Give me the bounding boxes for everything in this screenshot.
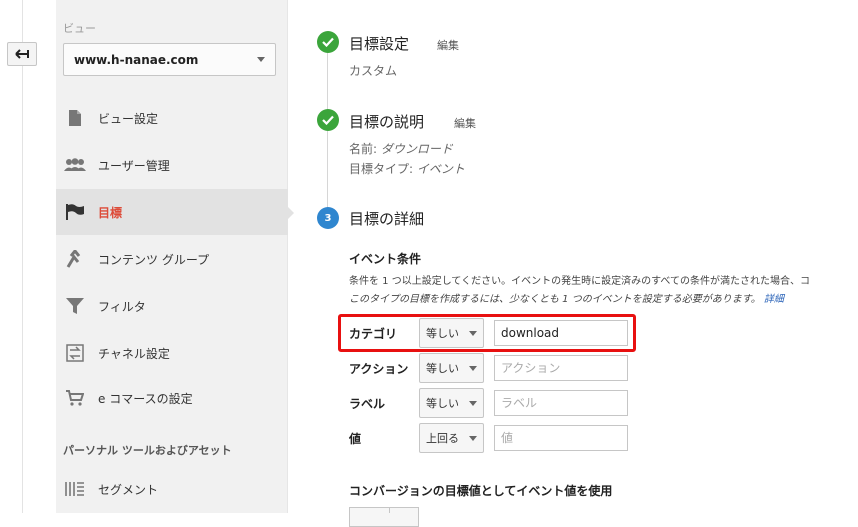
- operator-value: 等しい: [426, 362, 459, 375]
- category-label: カテゴリ: [349, 327, 398, 341]
- filter-icon: [64, 298, 86, 314]
- step-complete-checkmark-icon: [317, 31, 339, 53]
- label-operator-select[interactable]: 等しい: [419, 388, 484, 418]
- view-selector[interactable]: www.h-nanae.com: [63, 43, 276, 76]
- goal-type-line: 目標タイプ: イベント: [349, 160, 465, 177]
- users-icon: [64, 158, 86, 172]
- goal-type-value: イベント: [416, 162, 465, 176]
- sidebar-item-label: ビュー設定: [98, 111, 159, 126]
- rail-divider: [22, 0, 23, 513]
- view-label: ビュー: [63, 22, 96, 35]
- sidebar-item-ecommerce-settings[interactable]: e コマースの設定: [56, 375, 288, 421]
- learn-more-link[interactable]: 詳細: [764, 294, 784, 305]
- chevron-down-icon: [257, 57, 265, 62]
- edit-goal-description-link[interactable]: 編集: [454, 115, 476, 131]
- goal-name-line: 名前: ダウンロード: [349, 140, 453, 157]
- label-value-input[interactable]: [494, 390, 628, 416]
- flag-icon: [64, 203, 86, 221]
- event-conditions-description: 条件を 1 つ以上設定してください。イベントの発生時に設定済みのすべての条件が満…: [349, 276, 811, 287]
- action-value-input[interactable]: [494, 355, 628, 381]
- event-conditions-heading: イベント条件: [349, 252, 422, 266]
- sidebar-item-label: コンテンツ グループ: [98, 252, 210, 267]
- chevron-down-icon: [469, 435, 477, 441]
- cart-icon: [64, 390, 86, 406]
- step-goal-description-title: 目標の説明: [349, 113, 425, 131]
- sidebar-item-view-settings[interactable]: ビュー設定: [56, 95, 288, 141]
- sidebar-item-goals[interactable]: 目標: [56, 189, 288, 235]
- operator-value: 等しい: [426, 327, 459, 340]
- content-group-icon: [64, 250, 86, 268]
- action-label: アクション: [349, 362, 409, 376]
- edit-goal-setup-link[interactable]: 編集: [437, 37, 459, 53]
- view-selector-value: www.h-nanae.com: [74, 52, 199, 67]
- sidebar-item-content-grouping[interactable]: コンテンツ グループ: [56, 236, 288, 282]
- sidebar-item-label: 目標: [98, 205, 123, 220]
- step-goal-details-title: 目標の詳細: [349, 210, 425, 228]
- toggle-divider: [389, 507, 390, 513]
- step-goal-setup-title: 目標設定: [349, 35, 410, 53]
- chevron-down-icon: [469, 400, 477, 406]
- sidebar-item-channel-settings[interactable]: チャネル設定: [56, 330, 288, 376]
- conversion-value-toggle[interactable]: [349, 507, 419, 527]
- channel-icon: [64, 344, 86, 362]
- sidebar-item-label: e コマースの設定: [98, 391, 193, 406]
- chevron-down-icon: [469, 365, 477, 371]
- sidebar-item-filters[interactable]: フィルタ: [56, 283, 288, 329]
- operator-value: 上回る: [426, 432, 459, 445]
- goal-setup-value: カスタム: [349, 64, 398, 78]
- left-rail: [0, 0, 56, 513]
- value-value-input[interactable]: [494, 425, 628, 451]
- goal-name-label: 名前:: [349, 142, 378, 156]
- category-operator-select[interactable]: 等しい: [419, 318, 484, 348]
- step-complete-checkmark-icon: [317, 109, 339, 131]
- event-conditions-note: このタイプの目標を作成するには、少なくとも 1 つのイベントを設定する必要があり…: [349, 290, 784, 305]
- label-label: ラベル: [349, 397, 386, 411]
- sidebar-item-user-management[interactable]: ユーザー管理: [56, 142, 288, 188]
- category-value-input[interactable]: [494, 320, 628, 346]
- back-arrow-icon: [15, 45, 29, 64]
- back-button[interactable]: [7, 42, 37, 66]
- conversion-value-heading: コンバージョンの目標値としてイベント値を使用: [349, 484, 613, 498]
- value-label: 値: [349, 432, 362, 446]
- sidebar-item-label: ユーザー管理: [98, 158, 170, 173]
- step-number-badge: 3: [317, 207, 339, 229]
- sidebar-item-segments[interactable]: セグメント: [56, 466, 288, 512]
- sidebar-item-label: チャネル設定: [98, 346, 170, 361]
- active-item-pointer: [286, 205, 294, 221]
- document-icon: [64, 109, 86, 127]
- sidebar-item-label: フィルタ: [98, 299, 146, 314]
- section-heading-personal-tools: パーソナル ツールおよびアセット: [63, 444, 232, 457]
- value-operator-select[interactable]: 上回る: [419, 423, 484, 453]
- action-operator-select[interactable]: 等しい: [419, 353, 484, 383]
- chevron-down-icon: [469, 330, 477, 336]
- goal-name-value: ダウンロード: [380, 142, 453, 156]
- segment-icon: [64, 481, 86, 497]
- event-conditions-note-text: このタイプの目標を作成するには、少なくとも 1 つのイベントを設定する必要があり…: [349, 294, 761, 305]
- goal-type-label: 目標タイプ:: [349, 162, 414, 176]
- operator-value: 等しい: [426, 397, 459, 410]
- sidebar-item-label: セグメント: [98, 482, 159, 497]
